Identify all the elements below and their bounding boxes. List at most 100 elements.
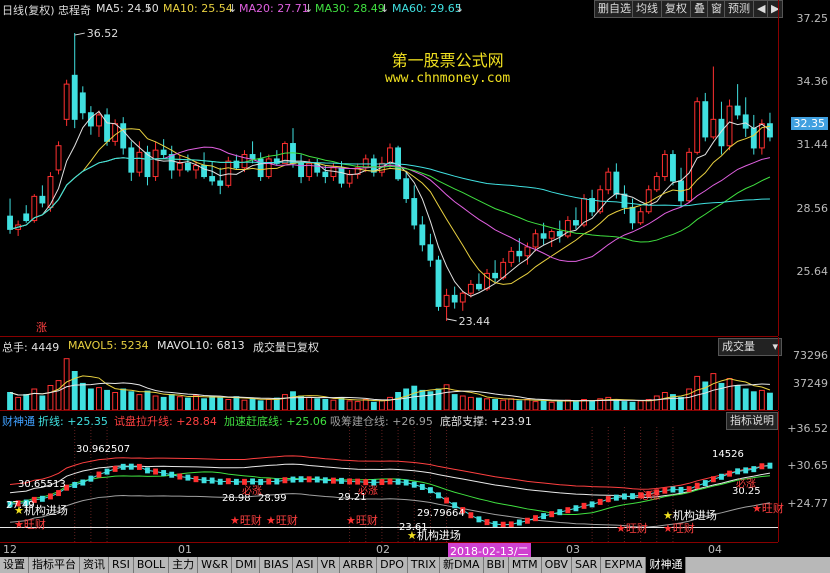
tab-17[interactable]: OBV — [542, 557, 572, 573]
toolbar-ma-button[interactable]: 均线 — [632, 0, 662, 18]
tab-15[interactable]: BBI — [484, 557, 509, 573]
candle-body — [403, 178, 410, 200]
indicator-bar — [492, 521, 498, 528]
date-tick: 01 — [178, 543, 192, 556]
wangcai-marker: ★旺财 — [346, 512, 378, 528]
toolbar-adjust-button[interactable]: 复权 — [661, 0, 691, 18]
indicator-bar — [533, 515, 538, 522]
watermark-url: www.chnmoney.com — [385, 71, 511, 86]
tab-7[interactable]: DMI — [232, 557, 261, 573]
candle-body — [637, 211, 644, 224]
candle-body — [548, 231, 555, 239]
candle-body — [710, 118, 717, 138]
volume-bar — [532, 401, 539, 410]
candle-body — [573, 220, 579, 226]
wangcai-marker: ★旺财 — [14, 516, 46, 532]
volume-bar — [378, 399, 385, 410]
tab-4[interactable]: BOLL — [134, 557, 170, 573]
indicator-bar — [48, 493, 53, 500]
candle-body — [629, 206, 636, 224]
candle-body — [128, 147, 135, 173]
volume-bar — [47, 385, 54, 410]
star-icon: ★ — [230, 514, 240, 527]
indicator-bar — [233, 478, 239, 485]
toolbar-forecast-button[interactable]: 预测 — [724, 0, 754, 18]
volume-bar — [370, 401, 377, 410]
star-icon: ★ — [752, 502, 762, 515]
ma60-label: MA60: 29.65 — [392, 2, 462, 15]
candle-body — [702, 101, 709, 138]
volume-bar — [209, 395, 216, 410]
tab-19[interactable]: EXPMA — [601, 557, 647, 573]
indicator-bar — [161, 470, 167, 477]
candle-body — [734, 105, 741, 116]
tab-20[interactable]: 财神通 — [646, 557, 687, 573]
indicator-bar — [266, 478, 272, 485]
volume-bar — [419, 389, 426, 410]
candle-body — [265, 158, 272, 178]
star-icon: ★ — [346, 514, 356, 527]
indicator-bar — [710, 476, 716, 483]
ma-arrow-icons: ↓ — [144, 2, 154, 15]
indicator-bar — [306, 476, 312, 483]
candle-body — [120, 123, 127, 149]
price-tick: 31.44 — [796, 138, 829, 151]
indicator-bar — [525, 517, 530, 524]
tab-12[interactable]: DPO — [377, 557, 408, 573]
tab-16[interactable]: MTM — [509, 557, 542, 573]
tab-14[interactable]: 新DMA — [440, 557, 484, 573]
indicator-bar — [290, 476, 296, 483]
wangcai-marker: ★旺财 — [230, 512, 262, 528]
tab-9[interactable]: ASI — [293, 557, 318, 573]
volume-bar — [613, 399, 620, 410]
indicator-bar — [403, 479, 409, 486]
tab-1[interactable]: 指标平台 — [29, 557, 80, 573]
star-icon: ★ — [407, 529, 417, 542]
tab-11[interactable]: ARBR — [340, 557, 378, 573]
volume-bar — [152, 395, 159, 410]
candle-body — [104, 114, 110, 142]
candle-body — [217, 180, 224, 186]
tab-0[interactable]: 设置 — [0, 557, 29, 573]
candle-body — [193, 165, 199, 171]
indicator-bar — [573, 505, 579, 512]
price-tick: 28.56 — [796, 202, 829, 215]
volume-bar — [338, 397, 345, 410]
candle-body — [718, 118, 725, 147]
tab-10[interactable]: VR — [318, 557, 340, 573]
wangcai-marker: ★旺财 — [752, 500, 784, 516]
volume-bar — [201, 398, 207, 410]
high-marker-line — [74, 32, 85, 36]
indicator-bar — [476, 516, 482, 523]
candle-body — [168, 154, 175, 171]
institution-entry-marker: ★机构进场 — [407, 527, 461, 543]
volume-adjusted-note: 成交量已复权 — [253, 341, 319, 354]
volume-bar — [564, 399, 571, 410]
volume-bar — [403, 388, 410, 410]
tab-8[interactable]: BIAS — [260, 557, 293, 573]
volume-selector-label: 成交量 — [722, 340, 755, 353]
volume-chart[interactable] — [0, 354, 778, 410]
ma10-label: MA10: 25.54 — [163, 2, 233, 15]
tab-2[interactable]: 资讯 — [80, 557, 109, 573]
indicator-bar — [597, 498, 603, 505]
volume-tick: 73296 — [793, 349, 828, 362]
tab-3[interactable]: RSI — [109, 557, 134, 573]
volume-bar — [184, 397, 191, 410]
tab-18[interactable]: SAR — [572, 557, 602, 573]
indicator-bar — [678, 486, 684, 493]
indicator-bar — [500, 521, 506, 528]
volume-bar — [508, 398, 515, 410]
tab-6[interactable]: W&R — [198, 557, 233, 573]
bullish-signal-label: 必涨 — [736, 479, 756, 490]
toolbar-delete-favorite-button[interactable]: 删自选 — [594, 0, 635, 18]
volume-total: 总手: 4449 — [2, 341, 60, 354]
volume-bar — [306, 396, 313, 410]
indicator-tick: +30.65 — [787, 459, 828, 472]
star-icon: ★ — [663, 522, 673, 535]
tab-13[interactable]: TRIX — [408, 557, 441, 573]
volume-bar — [653, 395, 660, 410]
volume-bar — [136, 394, 143, 410]
tab-5[interactable]: 主力 — [169, 557, 199, 573]
volume-bar — [314, 398, 321, 410]
